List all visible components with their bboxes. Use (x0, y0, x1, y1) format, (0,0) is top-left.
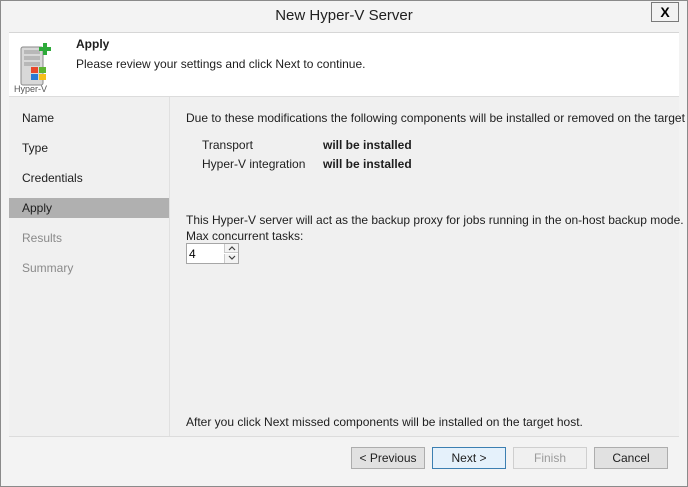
nav-item-name[interactable]: Name (9, 108, 169, 128)
footer-note: After you click Next missed components w… (186, 415, 583, 429)
button-bar: < Previous Next > Finish Cancel (9, 436, 679, 480)
nav-item-results: Results (22, 231, 63, 245)
step-navigation: Name Type Credentials Apply Results Summ… (9, 97, 169, 436)
wizard-body: Name Type Credentials Apply Results Summ… (9, 96, 688, 436)
title-bar: New Hyper-V Server X (1, 1, 687, 31)
step-title: Apply (76, 37, 110, 51)
proxy-note: This Hyper-V server will act as the back… (186, 213, 684, 227)
previous-button[interactable]: < Previous (351, 447, 425, 469)
spin-down-button[interactable] (224, 254, 238, 263)
nav-item-credentials[interactable]: Credentials (9, 168, 169, 188)
icon-caption: Hyper-V (14, 84, 48, 94)
step-subtitle: Please review your settings and click Ne… (76, 57, 366, 71)
finish-button: Finish (513, 447, 587, 469)
next-button[interactable]: Next > (432, 447, 506, 469)
nav-item-type[interactable]: Type (9, 138, 169, 158)
max-tasks-stepper[interactable] (186, 243, 239, 264)
window-title: New Hyper-V Server (275, 7, 413, 24)
component-name: Hyper-V integration (202, 157, 306, 171)
chevron-down-icon (228, 255, 236, 260)
max-tasks-label: Max concurrent tasks: (186, 229, 304, 243)
chevron-up-icon (228, 246, 236, 251)
component-name: Transport (202, 138, 253, 152)
wizard-window: New Hyper-V Server X Hyper-V Apply Pleas… (0, 0, 688, 487)
wizard-header: Hyper-V Apply Please review your setting… (9, 32, 679, 96)
cancel-button[interactable]: Cancel (594, 447, 668, 469)
components-intro: Due to these modifications the following… (186, 111, 688, 125)
spin-up-button[interactable] (224, 244, 238, 253)
component-status: will be installed (323, 157, 412, 171)
step-content: Due to these modifications the following… (170, 97, 688, 436)
component-status: will be installed (323, 138, 412, 152)
max-tasks-input[interactable] (187, 244, 224, 263)
nav-item-apply[interactable]: Apply (9, 198, 169, 218)
nav-item-summary: Summary (22, 261, 74, 275)
close-button[interactable]: X (651, 2, 679, 22)
